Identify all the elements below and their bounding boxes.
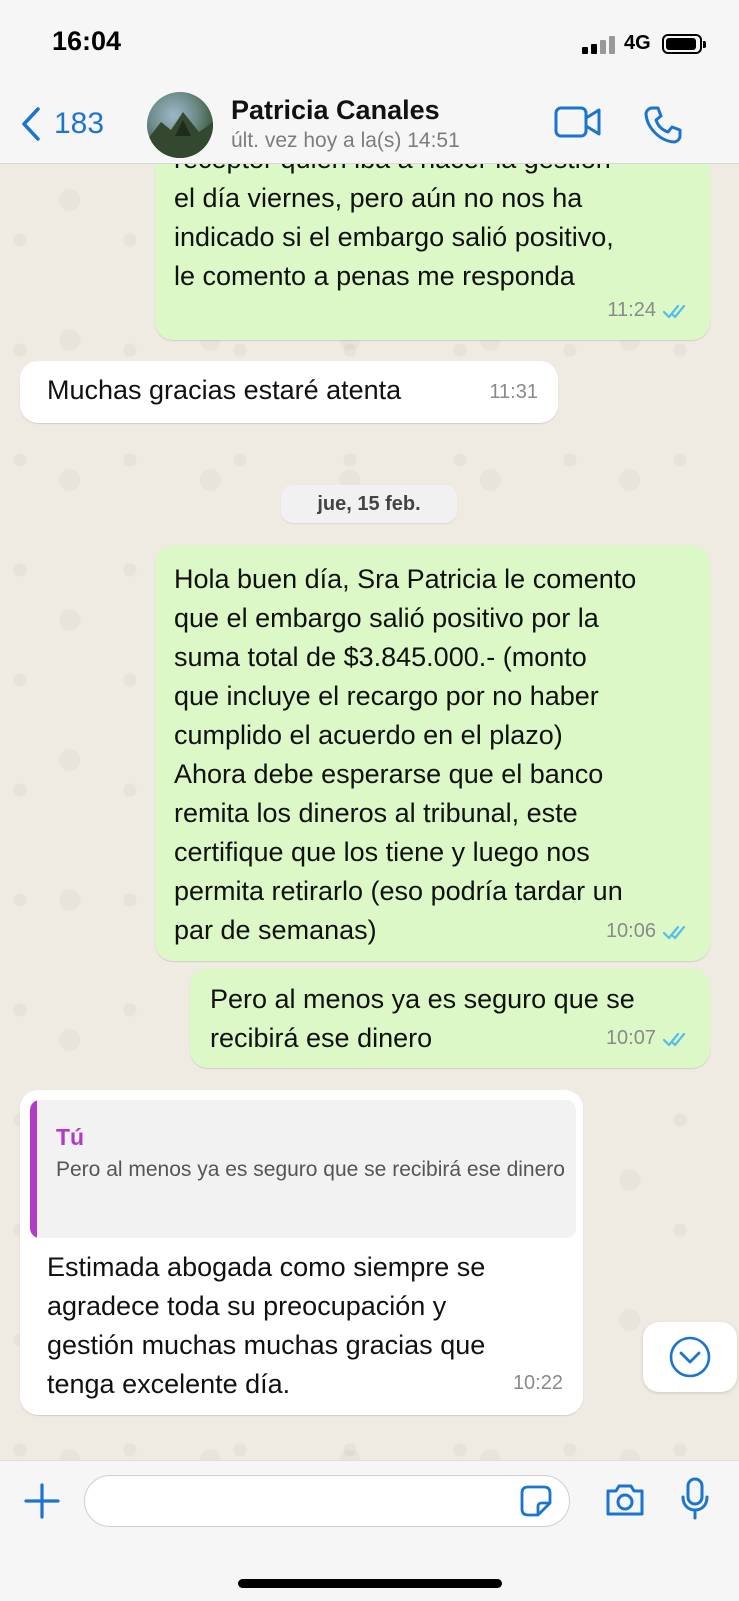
message-input[interactable]	[84, 1475, 570, 1527]
plus-icon	[24, 1483, 60, 1519]
signal-icon	[582, 36, 616, 54]
message-meta: 10:22	[513, 1364, 563, 1403]
battery-icon	[662, 34, 706, 54]
avatar[interactable]	[147, 92, 213, 158]
top-bar: 16:04 4G 183 Patricia Canales últ. vez h…	[0, 0, 739, 164]
sticker-icon	[520, 1485, 552, 1517]
attach-button[interactable]	[22, 1481, 62, 1526]
video-call-button[interactable]	[554, 105, 602, 144]
message-meta: 10:06	[606, 912, 692, 951]
scroll-to-bottom-button[interactable]	[643, 1322, 737, 1392]
last-seen-status: últ. vez hoy a la(s) 14:51	[231, 129, 460, 152]
sticker-button[interactable]	[518, 1483, 554, 1524]
read-ticks-icon	[662, 925, 686, 939]
status-time: 16:04	[52, 26, 122, 56]
voice-message-button[interactable]	[680, 1477, 710, 1526]
message-meta: 11:24	[607, 291, 692, 330]
unread-count: 183	[54, 107, 105, 140]
message-outgoing[interactable]: Pero al menos ya es seguro que se recibi…	[190, 968, 710, 1068]
quoted-message[interactable]: Tú Pero al menos ya es seguro que se rec…	[30, 1100, 576, 1238]
read-ticks-icon	[662, 1032, 686, 1046]
camera-button[interactable]	[604, 1481, 646, 1524]
message-incoming-reply[interactable]: Tú Pero al menos ya es seguro que se rec…	[20, 1090, 583, 1415]
read-ticks-icon	[662, 304, 686, 318]
quote-author: Tú	[56, 1124, 85, 1150]
quote-accent-bar	[30, 1100, 37, 1238]
message-time: 10:06	[605, 920, 656, 942]
message-text: Estimada abogada como siempre se agradec…	[47, 1252, 486, 1399]
message-time: 10:22	[512, 1372, 563, 1394]
message-time: 10:07	[605, 1027, 656, 1049]
message-meta: 11:31	[489, 373, 538, 412]
quote-text: Pero al menos ya es seguro que se recibi…	[56, 1158, 565, 1181]
message-text: Hola buen día, Sra Patricia le comento q…	[174, 564, 637, 945]
message-meta: 10:07	[606, 1019, 692, 1058]
contact-name[interactable]: Patricia Canales	[231, 95, 440, 126]
date-separator: jue, 15 feb.	[281, 485, 457, 523]
voice-call-button[interactable]	[643, 105, 683, 150]
phone-icon	[644, 106, 682, 144]
video-call-icon	[554, 106, 601, 138]
back-chevron-icon	[22, 107, 40, 141]
message-text: Muchas gracias estaré atenta	[47, 375, 402, 405]
message-time: 11:24	[607, 299, 656, 321]
network-type: 4G	[624, 32, 651, 54]
camera-icon	[606, 1484, 644, 1516]
microphone-icon	[681, 1477, 709, 1520]
avatar-image	[147, 112, 213, 158]
chevron-down-icon	[669, 1336, 711, 1378]
home-indicator	[238, 1579, 502, 1588]
back-button[interactable]: 183	[20, 102, 104, 146]
message-outgoing[interactable]: Hola buen día, Sra Patricia le comento q…	[155, 545, 710, 961]
composer-bar	[0, 1460, 739, 1601]
message-time: 11:31	[489, 381, 538, 403]
message-incoming[interactable]: Muchas gracias estaré atenta 11:31	[20, 361, 558, 423]
